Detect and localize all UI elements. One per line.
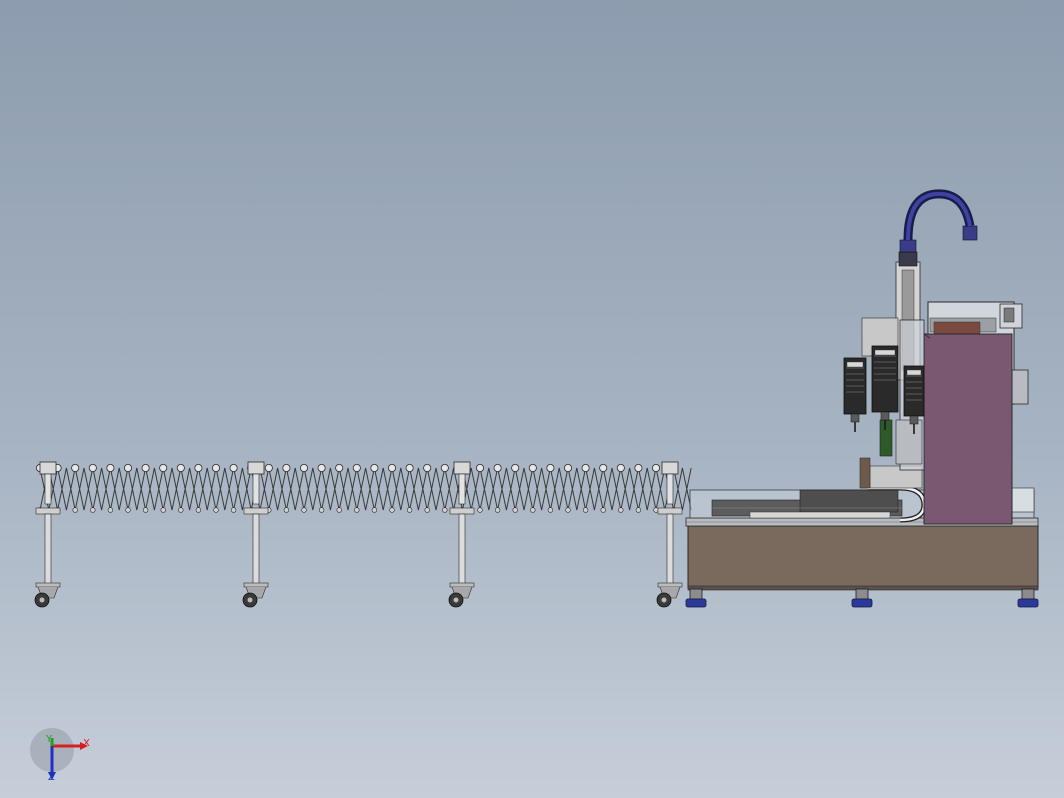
- roller-wheel: [299, 463, 308, 472]
- roller-wheel: [634, 463, 643, 472]
- roller-pivot: [494, 507, 501, 513]
- roller-pivot: [371, 507, 378, 513]
- roller-wheel: [405, 463, 414, 472]
- roller-wheel: [317, 463, 326, 472]
- view-orientation-triad[interactable]: X Y Z: [30, 728, 90, 783]
- roller-wheel: [88, 463, 97, 472]
- roller-wheel: [71, 463, 80, 472]
- roller-wheel: [564, 463, 573, 472]
- roller-wheel: [335, 463, 344, 472]
- roller-pivot: [178, 507, 184, 513]
- triad-y-label: Y: [45, 734, 53, 745]
- roller-pivot: [107, 507, 114, 513]
- roller-wheel: [106, 463, 115, 472]
- triad-z-label: Z: [48, 772, 55, 783]
- roller-pivot: [90, 507, 96, 513]
- conveyor-leg: [656, 461, 683, 608]
- conveyor-scissor-frame: [39, 467, 692, 511]
- roller-pivot: [600, 507, 606, 513]
- roller-wheel: [599, 463, 608, 472]
- roller-wheel: [440, 463, 449, 472]
- roller-pivot: [512, 507, 518, 513]
- roller-wheel: [194, 463, 203, 472]
- roller-pivot: [530, 507, 536, 513]
- roller-pivot: [389, 507, 395, 513]
- roller-wheel: [581, 463, 590, 472]
- roller-wheel: [176, 463, 185, 472]
- screwdriving-machine[interactable]: [685, 189, 1039, 608]
- machine-base-body: [687, 525, 1039, 589]
- roller-pivot: [406, 507, 413, 513]
- roller-wheel: [282, 463, 291, 472]
- screwdriver-unit: [843, 357, 867, 432]
- roller-pivot: [195, 507, 202, 513]
- cad-viewport[interactable]: X Y Z: [0, 0, 1064, 798]
- roller-pivot: [230, 507, 237, 513]
- conveyor-legs: [34, 461, 683, 608]
- conveyor-leg: [34, 461, 61, 608]
- machine-feet: [685, 588, 1039, 608]
- roller-wheel: [387, 463, 396, 472]
- electrical-cabinet: [923, 333, 1013, 525]
- roller-wheel: [511, 463, 520, 472]
- triad-x-label: X: [83, 738, 90, 749]
- roller-pivot: [635, 507, 642, 513]
- roller-wheel: [546, 463, 555, 472]
- roller-pivot: [72, 507, 78, 513]
- roller-wheel: [370, 463, 379, 472]
- roller-wheel: [229, 463, 238, 472]
- roller-pivot: [125, 507, 131, 513]
- roller-wheel: [475, 463, 484, 472]
- roller-pivot: [283, 507, 290, 513]
- roller-wheel: [528, 463, 537, 472]
- roller-pivot: [336, 507, 342, 513]
- roller-wheel: [652, 463, 661, 472]
- roller-wheel: [211, 463, 220, 472]
- roller-pivot: [142, 507, 149, 513]
- roller-pivot: [318, 507, 325, 513]
- roller-wheel: [352, 463, 361, 472]
- roller-pivot: [618, 507, 624, 513]
- roller-wheel: [616, 463, 625, 472]
- roller-pivot: [565, 507, 571, 513]
- flexible-roller-conveyor[interactable]: [34, 461, 692, 608]
- roller-pivot: [442, 507, 448, 513]
- roller-wheel: [493, 463, 502, 472]
- screwdriver-unit: [871, 345, 899, 430]
- roller-pivot: [160, 507, 166, 513]
- roller-pivot: [547, 507, 554, 513]
- roller-wheel: [124, 463, 133, 472]
- roller-pivot: [301, 507, 307, 513]
- conveyor-leg: [448, 461, 475, 608]
- roller-pivot: [354, 507, 360, 513]
- roller-wheel: [141, 463, 150, 472]
- roller-wheel: [159, 463, 168, 472]
- conveyor-leg: [242, 461, 269, 608]
- roller-wheel: [264, 463, 273, 472]
- roller-wheel: [423, 463, 432, 472]
- roller-pivot: [582, 507, 589, 513]
- roller-pivot: [653, 507, 659, 513]
- roller-pivot: [213, 507, 219, 513]
- scissor-links: [39, 467, 692, 511]
- roller-pivot: [424, 507, 430, 513]
- roller-pivot: [477, 507, 483, 513]
